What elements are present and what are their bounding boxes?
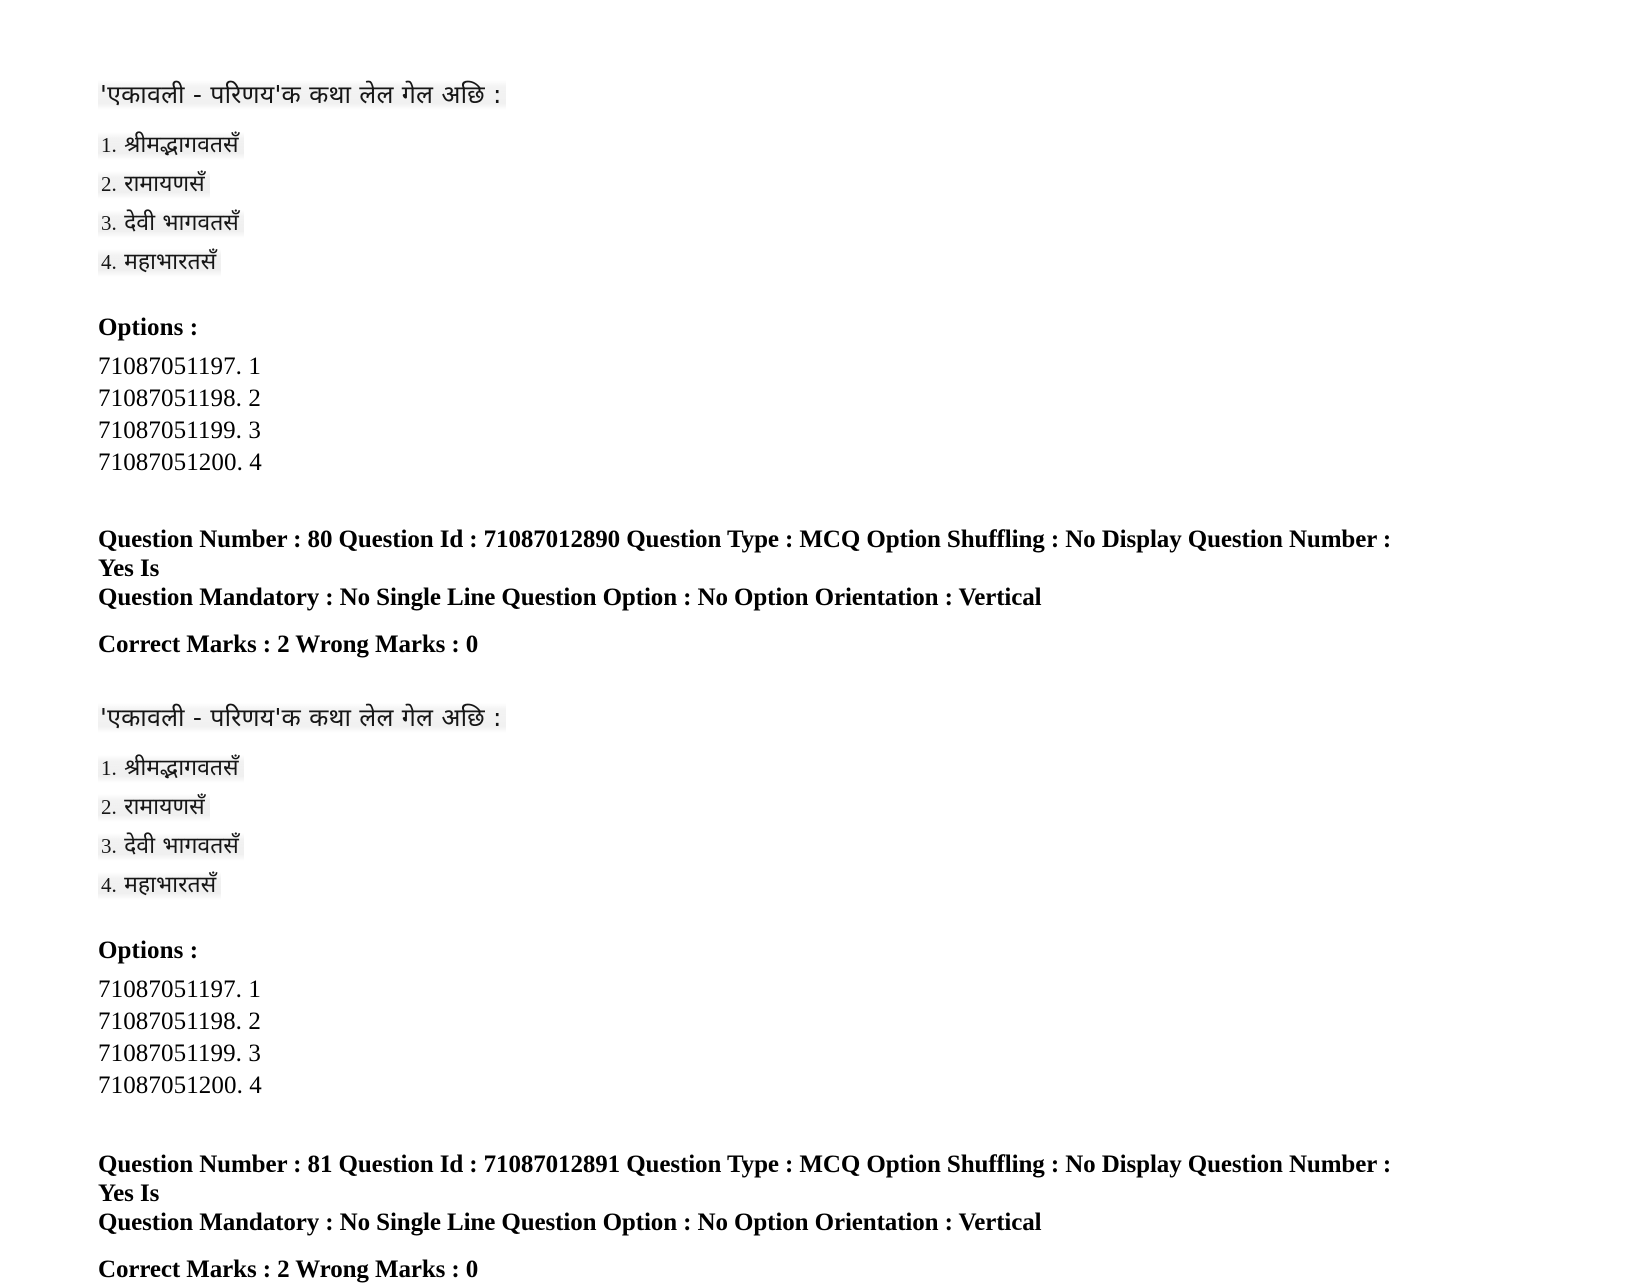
choice-item: 2. रामायणसँ — [98, 794, 210, 822]
choice-text: रामायणसँ — [124, 171, 205, 197]
choice-text: महाभारतसँ — [124, 872, 217, 898]
choice-number: 1. — [101, 133, 117, 157]
question-block-1: 'एकावली - परिणय'क कथा लेल गेल अछि : 1. श… — [98, 0, 1552, 479]
choice-item: 2. रामायणसँ — [98, 171, 210, 199]
option-row: 71087051198. 2 — [98, 1008, 261, 1035]
choice-number: 4. — [101, 250, 117, 274]
choice-item: 1. श्रीमद्भागवतसँ — [98, 132, 244, 160]
question-stem-2: 'एकावली - परिणय'क कथा लेल गेल अछि : 1. श… — [98, 703, 1552, 911]
option-row: 71087051200. 4 — [98, 449, 262, 476]
option-row: 71087051199. 3 — [98, 417, 261, 444]
option-row: 71087051199. 3 — [98, 1040, 261, 1067]
choice-item: 4. महाभारतसँ — [98, 872, 222, 900]
choice-item: 3. देवी भागवतसँ — [98, 833, 244, 861]
document-page: 'एकावली - परिणय'क कथा लेल गेल अछि : 1. श… — [0, 0, 1650, 1283]
choice-text: देवी भागवतसँ — [124, 210, 239, 236]
question-stem-text: 'एकावली - परिणय'क कथा लेल गेल अछि : — [98, 703, 506, 733]
choice-number: 1. — [101, 756, 117, 780]
choice-text: श्रीमद्भागवतसँ — [124, 132, 239, 158]
metadata-line-identity: Question Number : 80 Question Id : 71087… — [98, 526, 1392, 582]
options-heading: Options : — [98, 314, 199, 341]
options-heading: Options : — [98, 937, 199, 964]
choice-list-1: 1. श्रीमद्भागवतसँ 2. रामायणसँ 3. देवी भा… — [98, 132, 1552, 288]
choice-text: रामायणसँ — [124, 794, 205, 820]
question-metadata-2: Question Number : 81 Question Id : 71087… — [98, 1150, 1428, 1284]
choice-text: देवी भागवतसँ — [124, 833, 239, 859]
choice-number: 3. — [101, 211, 117, 235]
choice-number: 3. — [101, 834, 117, 858]
choice-number: 2. — [101, 172, 117, 196]
choice-list-2: 1. श्रीमद्भागवतसँ 2. रामायणसँ 3. देवी भा… — [98, 755, 1552, 911]
option-row: 71087051197. 1 — [98, 976, 261, 1003]
choice-number: 4. — [101, 873, 117, 897]
metadata-line-config: Question Mandatory : No Single Line Ques… — [98, 584, 1042, 611]
question-metadata-1: Question Number : 80 Question Id : 71087… — [98, 525, 1428, 659]
metadata-line-marks: Correct Marks : 2 Wrong Marks : 0 — [98, 631, 479, 658]
choice-item: 1. श्रीमद्भागवतसँ — [98, 755, 244, 783]
question-stem-1: 'एकावली - परिणय'क कथा लेल गेल अछि : 1. श… — [98, 80, 1552, 288]
metadata-line-identity: Question Number : 81 Question Id : 71087… — [98, 1151, 1392, 1207]
choice-number: 2. — [101, 795, 117, 819]
choice-text: महाभारतसँ — [124, 249, 217, 275]
metadata-line-marks: Correct Marks : 2 Wrong Marks : 0 — [98, 1256, 479, 1283]
choice-item: 4. महाभारतसँ — [98, 249, 222, 277]
choice-text: श्रीमद्भागवतसँ — [124, 755, 239, 781]
option-row: 71087051200. 4 — [98, 1072, 262, 1099]
option-row: 71087051198. 2 — [98, 385, 261, 412]
option-row: 71087051197. 1 — [98, 353, 261, 380]
question-stem-text: 'एकावली - परिणय'क कथा लेल गेल अछि : — [98, 80, 506, 110]
question-block-2: 'एकावली - परिणय'क कथा लेल गेल अछि : 1. श… — [98, 703, 1552, 1102]
metadata-line-config: Question Mandatory : No Single Line Ques… — [98, 1209, 1042, 1236]
choice-item: 3. देवी भागवतसँ — [98, 210, 244, 238]
